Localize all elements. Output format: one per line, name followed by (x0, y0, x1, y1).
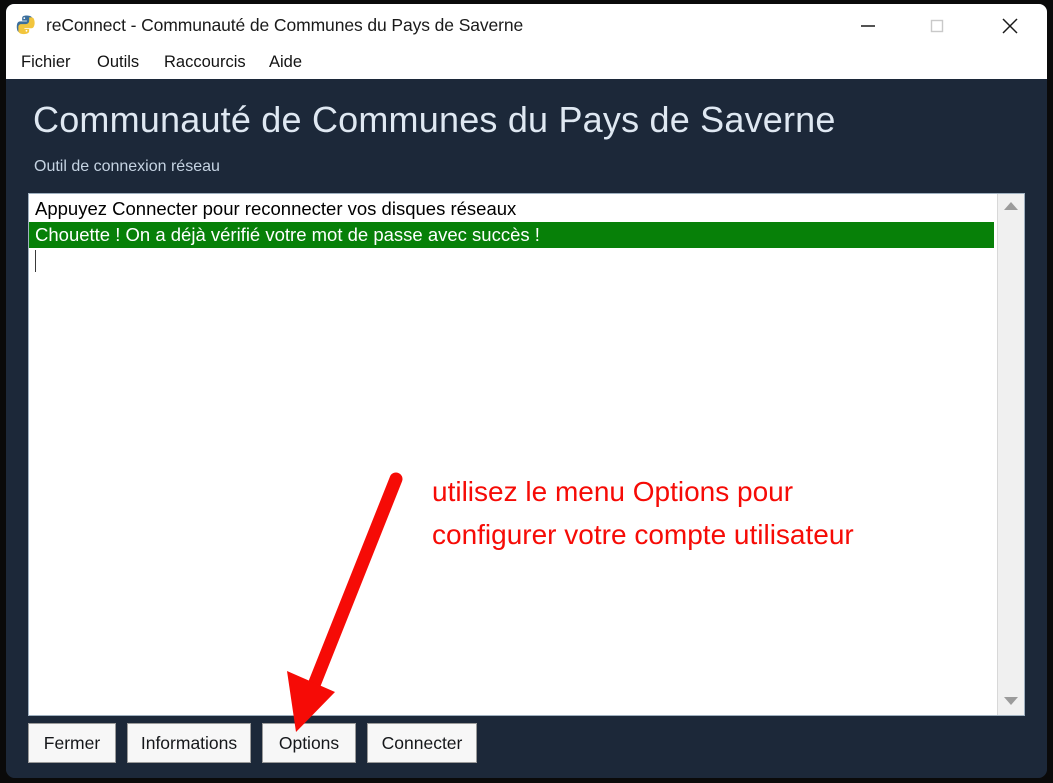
log-panel: Appuyez Connecter pour reconnecter vos d… (28, 193, 1025, 716)
menu-item-outils[interactable]: Outils (94, 51, 142, 74)
triangle-up-icon (1004, 202, 1018, 210)
menu-item-raccourcis[interactable]: Raccourcis (161, 51, 249, 74)
maximize-button[interactable] (906, 4, 968, 48)
maximize-icon (930, 19, 944, 33)
text-caret (35, 250, 36, 272)
vertical-scrollbar[interactable] (997, 194, 1024, 715)
title-bar: reConnect - Communauté de Communes du Pa… (6, 4, 1047, 48)
page-subtitle: Outil de connexion réseau (34, 158, 220, 175)
options-button[interactable]: Options (262, 723, 356, 763)
application-window: reConnect - Communauté de Communes du Pa… (6, 4, 1047, 778)
python-logo-icon (15, 14, 39, 38)
page-title: Communauté de Communes du Pays de Savern… (33, 99, 836, 140)
log-output[interactable]: Appuyez Connecter pour reconnecter vos d… (29, 194, 997, 715)
close-button[interactable] (979, 4, 1041, 48)
connecter-button[interactable]: Connecter (367, 723, 477, 763)
menu-item-aide[interactable]: Aide (266, 51, 305, 74)
log-line: Appuyez Connecter pour reconnecter vos d… (35, 198, 517, 219)
menu-item-fichier[interactable]: Fichier (18, 51, 74, 74)
informations-button[interactable]: Informations (127, 723, 251, 763)
main-content: Communauté de Communes du Pays de Savern… (6, 79, 1047, 778)
window-title: reConnect - Communauté de Communes du Pa… (46, 15, 524, 35)
log-line-success: Chouette ! On a déjà vérifié votre mot d… (29, 222, 994, 248)
scroll-down-button[interactable] (998, 691, 1024, 713)
menu-bar: Fichier Outils Raccourcis Aide (6, 48, 1047, 79)
triangle-down-icon (1004, 697, 1018, 705)
scroll-up-button[interactable] (998, 196, 1024, 218)
minimize-icon (861, 25, 875, 27)
fermer-button[interactable]: Fermer (28, 723, 116, 763)
close-icon (1002, 18, 1018, 34)
minimize-button[interactable] (837, 4, 899, 48)
